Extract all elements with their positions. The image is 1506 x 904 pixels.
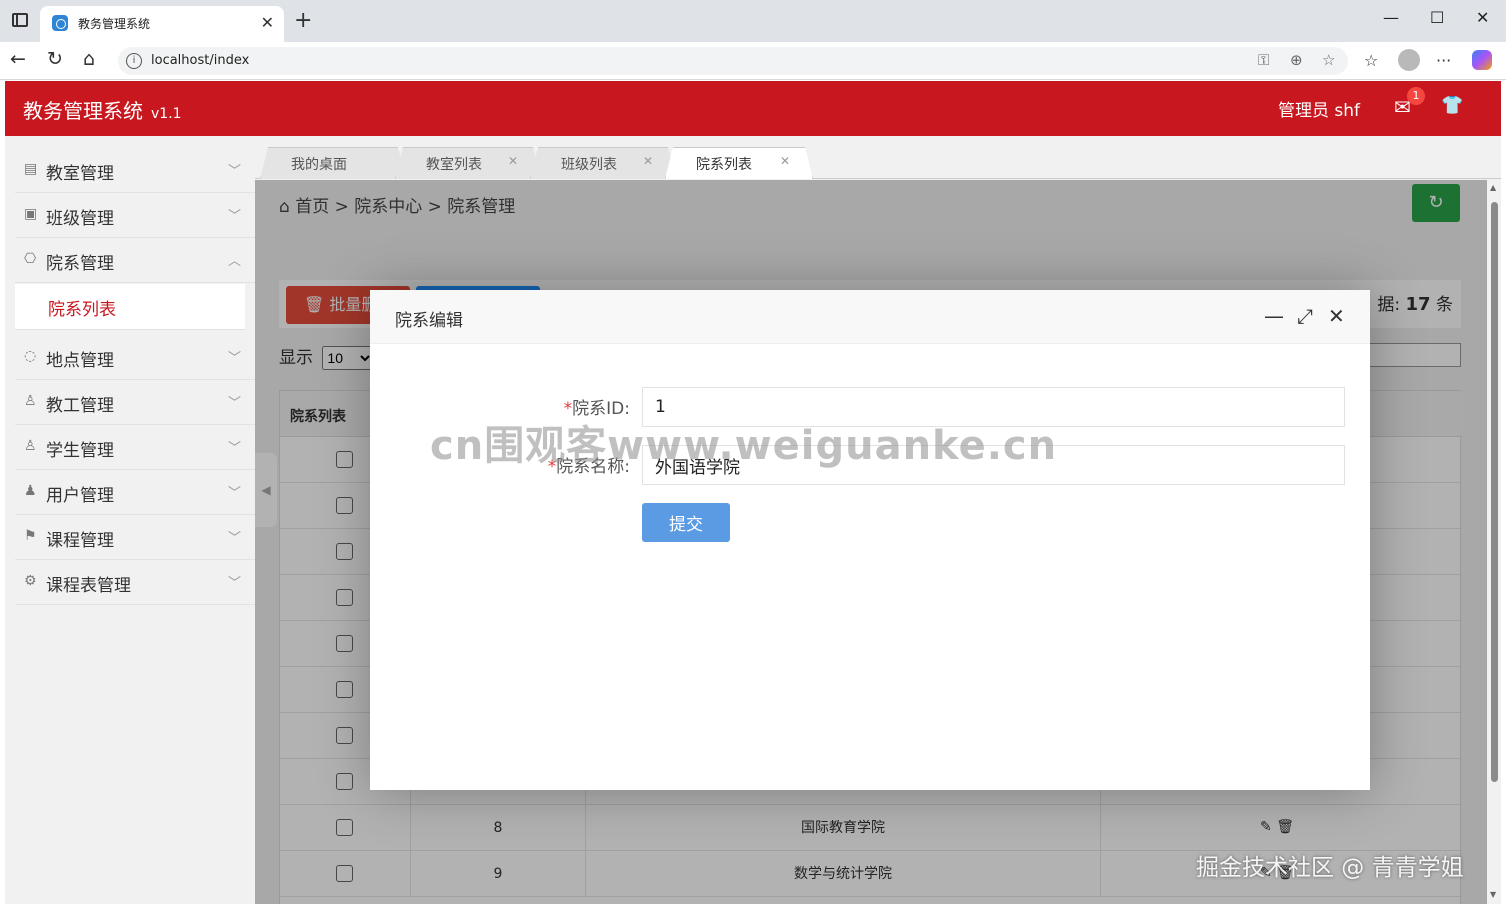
close-window-icon[interactable]: ✕: [1476, 8, 1489, 27]
sidebar-item-department[interactable]: ⎔ 院系管理 ︿: [15, 238, 255, 283]
sidebar-item-label: 课程表管理: [46, 576, 131, 596]
profile-icon[interactable]: [1398, 49, 1420, 71]
tab-classroom-list[interactable]: 教室列表 ✕: [395, 147, 541, 179]
browser-toolbar: ← ↻ ⌂ i localhost/index ⚿ ⊕ ☆ ☆ ···: [0, 42, 1506, 80]
sidebar-item-label: 班级管理: [46, 209, 114, 229]
close-tab-icon[interactable]: ✕: [780, 154, 790, 168]
dialog-header: 院系编辑 — ⤢ ✕: [370, 290, 1370, 344]
favicon-icon: [52, 15, 68, 31]
chevron-down-icon: ﹀: [227, 441, 241, 456]
close-tab-icon[interactable]: ✕: [643, 154, 653, 168]
info-icon[interactable]: i: [126, 53, 142, 69]
content-tabbar: 我的桌面 教室列表 ✕ 班级列表 ✕ 院系列表 ✕: [255, 136, 1501, 179]
url-text[interactable]: localhost/index: [151, 53, 249, 68]
sidebar: ▤ 教室管理 ﹀ ▣ 班级管理 ﹀ ⎔ 院系管理 ︿ 院系列表 ◌ 地点管理 ﹀…: [5, 136, 255, 904]
sidebar-item-schedule[interactable]: ⚙ 课程表管理 ﹀: [15, 560, 255, 605]
back-icon[interactable]: ←: [10, 48, 26, 70]
flag-icon: ⚑: [24, 528, 37, 544]
close-tab-icon[interactable]: ✕: [508, 154, 518, 168]
close-tab-icon[interactable]: ✕: [261, 13, 274, 32]
browser-tab[interactable]: 教务管理系统 ✕: [40, 6, 284, 42]
sidebar-item-label: 课程管理: [46, 531, 114, 551]
classroom-icon: ▤: [24, 161, 38, 177]
theme-shirt-icon[interactable]: 👕: [1441, 95, 1463, 116]
chevron-down-icon: ﹀: [227, 209, 241, 224]
reload-icon[interactable]: ↻: [47, 48, 63, 70]
tab-label: 我的桌面: [291, 157, 347, 173]
sidebar-item-classroom[interactable]: ▤ 教室管理 ﹀: [15, 148, 255, 193]
page-scrollbar[interactable]: ▲ ▼: [1488, 180, 1501, 904]
app-title: 教务管理系统: [23, 99, 143, 123]
minimize-window-icon[interactable]: —: [1383, 8, 1399, 27]
key-icon[interactable]: ⚿: [1258, 51, 1269, 69]
sidebar-item-class[interactable]: ▣ 班级管理 ﹀: [15, 193, 255, 238]
sidebar-subitem-label: 院系列表: [48, 300, 116, 320]
bag-icon: ⎔: [24, 251, 37, 267]
sidebar-item-label: 教室管理: [46, 164, 114, 184]
user-name[interactable]: 管理员 shf: [1278, 96, 1360, 121]
sidebar-item-label: 学生管理: [46, 441, 114, 461]
more-icon[interactable]: ···: [1436, 51, 1451, 70]
scroll-down-icon[interactable]: ▼: [1490, 890, 1496, 899]
scrollbar-thumb[interactable]: [1491, 202, 1498, 782]
star-icon[interactable]: ☆: [1322, 51, 1335, 69]
scroll-up-icon[interactable]: ▲: [1490, 183, 1496, 192]
close-icon[interactable]: ✕: [1328, 304, 1345, 328]
tab-department-list[interactable]: 院系列表 ✕: [665, 147, 813, 179]
home-icon[interactable]: ⌂: [83, 48, 95, 70]
chevron-down-icon: ﹀: [227, 531, 241, 546]
person-icon: ♙: [24, 438, 37, 454]
department-edit-dialog: 院系编辑 — ⤢ ✕ *院系ID: *院系名称: 提交: [370, 290, 1370, 790]
sidebar-item-label: 用户管理: [46, 486, 114, 506]
sidebar-item-user[interactable]: ♟ 用户管理 ﹀: [15, 470, 255, 515]
minimize-icon[interactable]: —: [1264, 304, 1284, 328]
tab-label: 班级列表: [561, 157, 617, 173]
window-icon[interactable]: [12, 13, 28, 27]
tab-class-list[interactable]: 班级列表 ✕: [530, 147, 676, 179]
chevron-down-icon: ﹀: [227, 576, 241, 591]
image-icon: ▣: [24, 206, 38, 222]
chevron-down-icon: ﹀: [227, 486, 241, 501]
dialog-title: 院系编辑: [395, 311, 463, 331]
sidebar-item-staff[interactable]: ♙ 教工管理 ﹀: [15, 380, 255, 425]
sidebar-item-student[interactable]: ♙ 学生管理 ﹀: [15, 425, 255, 470]
sidebar-item-label: 教工管理: [46, 396, 114, 416]
person-icon: ♙: [24, 393, 37, 409]
maximize-window-icon[interactable]: ☐: [1430, 8, 1444, 27]
sidebar-item-label: 地点管理: [46, 351, 114, 371]
gear-icon: ⚙: [24, 573, 37, 589]
sidebar-item-course[interactable]: ⚑ 课程管理 ﹀: [15, 515, 255, 560]
browser-tabbar: 教务管理系统 ✕ + — ☐ ✕: [0, 0, 1506, 42]
zoom-icon[interactable]: ⊕: [1290, 51, 1303, 69]
tab-desktop[interactable]: 我的桌面: [260, 147, 406, 179]
chevron-down-icon: ﹀: [227, 164, 241, 179]
tab-label: 院系列表: [696, 157, 752, 173]
favorites-icon[interactable]: ☆: [1364, 51, 1378, 70]
copilot-icon[interactable]: [1472, 50, 1492, 70]
app-version: v1.1: [151, 106, 182, 122]
submit-button[interactable]: 提交: [642, 503, 730, 542]
app-header: 教务管理系统 v1.1 管理员 shf ✉ 1 👕: [5, 81, 1501, 136]
chevron-down-icon: ﹀: [227, 396, 241, 411]
sidebar-subitem-department-list[interactable]: 院系列表: [15, 284, 245, 330]
mail-badge: 1: [1407, 87, 1425, 105]
chat-icon: ◌: [24, 348, 37, 364]
sidebar-item-label: 院系管理: [46, 254, 114, 274]
corner-watermark: 掘金技术社区 @ 青青学姐: [1196, 855, 1464, 881]
chevron-down-icon: ﹀: [227, 351, 241, 366]
address-bar[interactable]: i localhost/index ⚿ ⊕ ☆: [118, 47, 1348, 75]
center-watermark: cn围观客www.weiguanke.cn: [430, 423, 1058, 469]
new-tab-icon[interactable]: +: [294, 8, 312, 33]
app-logo: 教务管理系统 v1.1: [23, 95, 182, 124]
maximize-icon[interactable]: ⤢: [1297, 304, 1313, 328]
browser-tab-title: 教务管理系统: [78, 17, 151, 31]
tab-label: 教室列表: [426, 157, 482, 173]
user-icon: ♟: [24, 483, 37, 499]
sidebar-item-location[interactable]: ◌ 地点管理 ﹀: [15, 335, 255, 380]
chevron-up-icon: ︿: [227, 254, 241, 269]
